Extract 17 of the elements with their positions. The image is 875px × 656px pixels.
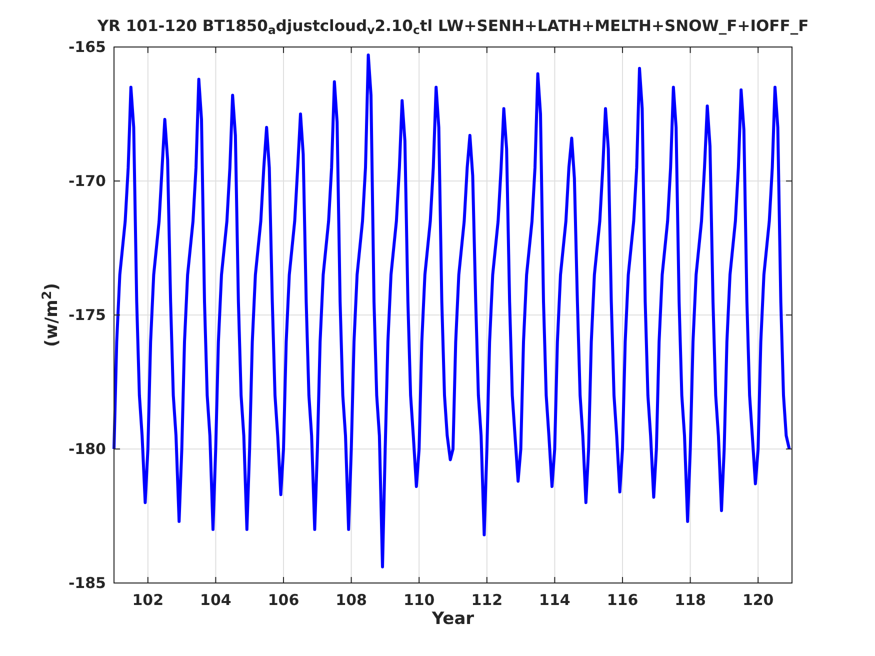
tick-label: 110 xyxy=(403,591,435,609)
tick-label: 120 xyxy=(742,591,774,609)
tick-label: 112 xyxy=(471,591,503,609)
tick-label: -180 xyxy=(68,440,106,458)
axis-label: Year xyxy=(432,609,474,629)
tick-label: 116 xyxy=(606,591,638,609)
chart-title: YR 101-120 BT1850$_{a}$djustcloud$_{v}$2.10$_{c}$tl LW+SENH+LATH+MELTH+SNOW_F+IOFF_F xyxy=(96,17,810,36)
tick-label: 118 xyxy=(674,591,706,609)
tick-label: 114 xyxy=(539,591,570,609)
tick-label: -165 xyxy=(68,38,106,56)
tick-label: -170 xyxy=(68,172,106,190)
tick-label: -185 xyxy=(68,574,106,592)
tick-label: -175 xyxy=(68,306,106,324)
tick-label: 108 xyxy=(336,591,367,609)
tick-label: 104 xyxy=(200,591,232,609)
tick-label: 102 xyxy=(132,591,164,609)
tick-label: 106 xyxy=(268,591,300,609)
